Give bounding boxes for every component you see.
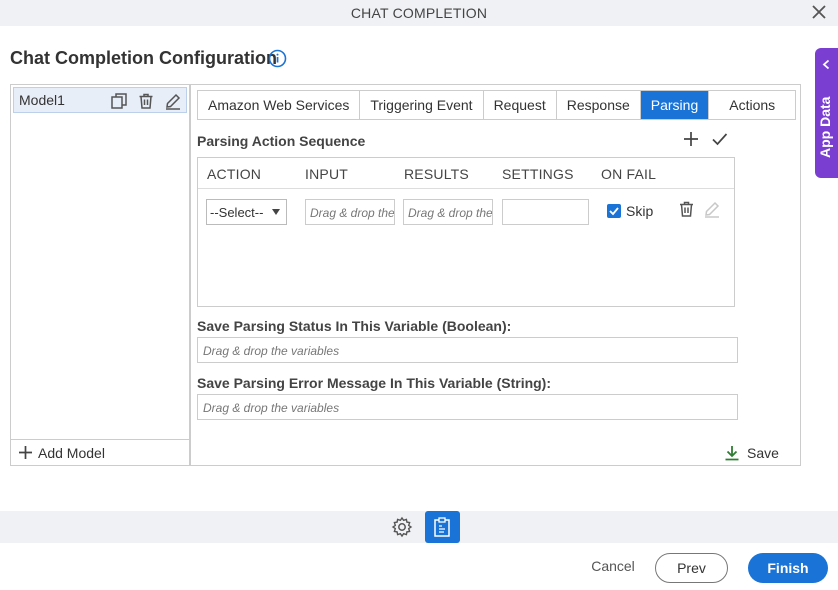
check-icon[interactable] xyxy=(711,131,728,147)
tab-bar: Amazon Web Services Triggering Event Req… xyxy=(197,90,797,120)
prev-button[interactable]: Prev xyxy=(655,553,728,583)
column-header: ACTION xyxy=(207,166,262,182)
tab-response[interactable]: Response xyxy=(557,91,641,119)
bottom-toolbar xyxy=(0,511,838,543)
tab-actions[interactable]: Actions xyxy=(709,91,795,119)
skip-label: Skip xyxy=(626,203,654,219)
duplicate-icon[interactable] xyxy=(110,92,128,110)
download-icon xyxy=(725,446,739,461)
model-name: Model1 xyxy=(19,92,65,108)
add-model-label: Add Model xyxy=(38,445,105,461)
dialog-title: CHAT COMPLETION xyxy=(350,5,488,21)
delete-row-icon[interactable] xyxy=(678,200,695,218)
model-item[interactable]: Model1 xyxy=(13,87,187,113)
column-header: INPUT xyxy=(305,166,348,182)
add-model-button[interactable]: Add Model xyxy=(11,439,189,465)
plus-icon xyxy=(19,446,32,459)
column-header: ON FAIL xyxy=(601,166,657,182)
delete-icon[interactable] xyxy=(137,92,155,110)
tab-parsing[interactable]: Parsing xyxy=(640,91,710,119)
tab-amazon-web-services[interactable]: Amazon Web Services xyxy=(198,91,361,119)
info-icon[interactable] xyxy=(268,49,287,68)
column-header: SETTINGS xyxy=(502,166,574,182)
config-panel: Amazon Web Services Triggering Event Req… xyxy=(190,84,801,466)
app-data-tab[interactable]: App Data xyxy=(815,48,838,178)
save-label: Save xyxy=(747,445,779,461)
dropdown-arrow-icon xyxy=(272,209,280,215)
add-row-icon[interactable] xyxy=(683,131,699,147)
results-drop-zone[interactable]: Drag & drop the variables xyxy=(403,199,493,225)
close-icon[interactable] xyxy=(810,3,828,21)
document-icon xyxy=(434,517,450,537)
chevron-left-icon xyxy=(822,59,830,70)
status-variable-drop-zone[interactable]: Drag & drop the variables xyxy=(197,337,738,363)
action-select-value: --Select-- xyxy=(210,205,264,220)
models-panel: Model1 Add Model xyxy=(10,84,190,466)
input-drop-zone[interactable]: Drag & drop the variables xyxy=(305,199,395,225)
page-title: Chat Completion Configuration xyxy=(10,48,277,68)
parsing-sequence-label: Parsing Action Sequence xyxy=(197,133,366,149)
document-mapping-button[interactable] xyxy=(425,511,460,543)
action-select[interactable]: --Select-- xyxy=(206,199,287,225)
edit-icon[interactable] xyxy=(164,92,182,110)
dialog-titlebar: CHAT COMPLETION xyxy=(0,0,838,26)
edit-row-icon xyxy=(705,201,720,218)
app-data-label: App Data xyxy=(817,96,833,158)
column-header: RESULTS xyxy=(404,166,469,182)
finish-button[interactable]: Finish xyxy=(748,553,828,583)
error-variable-drop-zone[interactable]: Drag & drop the variables xyxy=(197,394,738,420)
cancel-button[interactable]: Cancel xyxy=(588,558,638,574)
tab-request[interactable]: Request xyxy=(484,91,557,119)
skip-checkbox[interactable] xyxy=(607,204,621,218)
table-header: ACTION INPUT RESULTS SETTINGS ON FAIL xyxy=(198,158,734,189)
tab-triggering-event[interactable]: Triggering Event xyxy=(360,91,484,119)
parsing-action-table: ACTION INPUT RESULTS SETTINGS ON FAIL --… xyxy=(197,157,735,307)
settings-input[interactable] xyxy=(502,199,589,225)
status-variable-label: Save Parsing Status In This Variable (Bo… xyxy=(197,318,512,334)
gear-icon[interactable] xyxy=(391,516,413,538)
error-variable-label: Save Parsing Error Message In This Varia… xyxy=(197,375,552,391)
